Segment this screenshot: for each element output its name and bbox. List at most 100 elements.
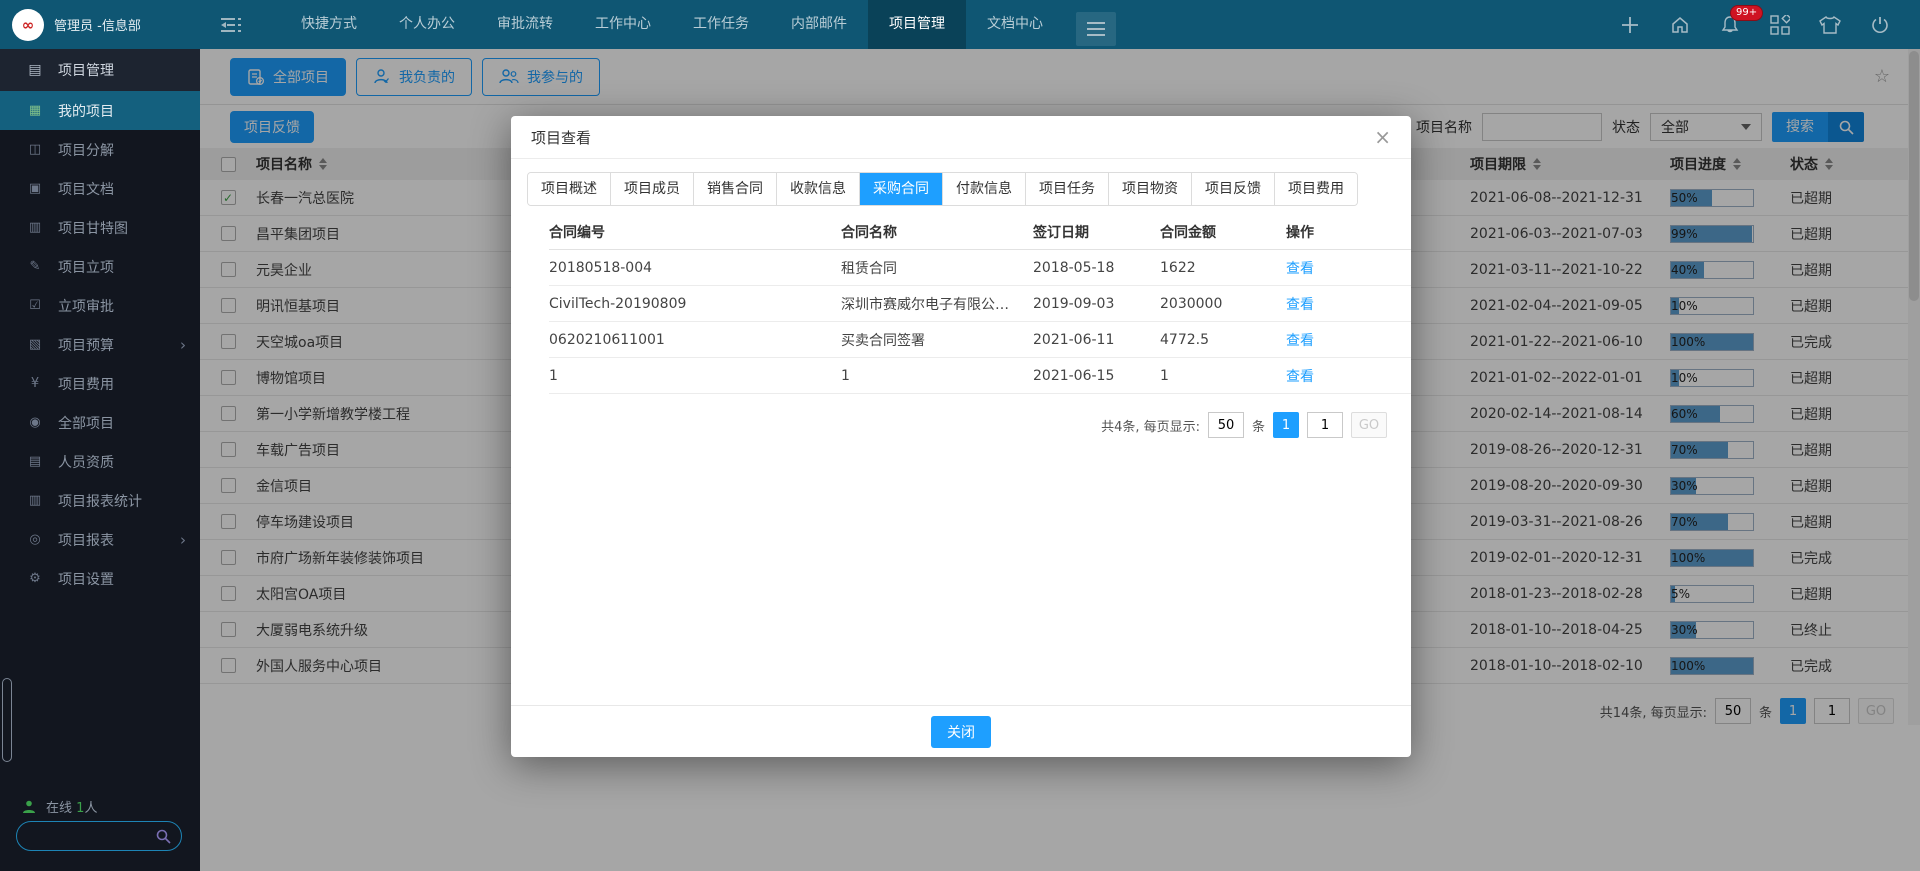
sidebar-item-项目预算[interactable]: ▧项目预算› <box>0 325 200 364</box>
contract-amount-cell: 1 <box>1160 368 1286 384</box>
sidebar-item-人员资质[interactable]: ▤ 人员资质 <box>0 442 200 481</box>
modal-close-button[interactable]: 关闭 <box>931 716 991 748</box>
nav-item-文档中心[interactable]: 文档中心 <box>966 0 1064 49</box>
tab-项目成员[interactable]: 项目成员 <box>611 173 694 205</box>
sidebar-item-icon: ◫ <box>26 142 44 157</box>
tab-销售合同[interactable]: 销售合同 <box>694 173 777 205</box>
module-title: 项目管理 <box>58 60 114 80</box>
modal-tabs: 项目概述项目成员销售合同收款信息采购合同付款信息项目任务项目物资项目反馈项目费用 <box>527 172 1358 206</box>
sidebar-item-项目设置[interactable]: ⚙ 项目设置 <box>0 559 200 598</box>
company-logo[interactable]: ∞ <box>12 9 44 41</box>
tab-付款信息[interactable]: 付款信息 <box>943 173 1026 205</box>
go-button[interactable]: GO <box>1351 412 1387 438</box>
sidebar-item-我的项目[interactable]: ▦我的项目 <box>0 91 200 130</box>
sidebar-item-全部项目[interactable]: ◉ 全部项目 <box>0 403 200 442</box>
sidebar-item-label: 项目文档 <box>58 179 114 199</box>
sidebar-item-icon: ▥ <box>26 493 44 508</box>
nav-item-个人办公[interactable]: 个人办公 <box>378 0 476 49</box>
tab-项目任务[interactable]: 项目任务 <box>1026 173 1109 205</box>
sidebar-item-label: 项目报表 <box>58 530 114 550</box>
sidebar-item-label: 项目甘特图 <box>58 218 128 238</box>
current-page-button[interactable]: 1 <box>1273 412 1299 438</box>
logout-power-icon[interactable] <box>1868 13 1892 37</box>
pagination-unit: 条 <box>1252 416 1265 435</box>
sidebar-item-项目费用[interactable]: ¥ 项目费用 <box>0 364 200 403</box>
modal-footer: 关闭 <box>511 705 1411 757</box>
nav-item-项目管理[interactable]: 项目管理 <box>868 0 966 49</box>
notifications-bell-icon[interactable]: 99+ <box>1718 13 1742 37</box>
logo-area: ∞ 管理员 -信息部 <box>0 9 212 41</box>
sidebar-item-项目报表统计[interactable]: ▥项目报表统计 <box>0 481 200 520</box>
sidebar-item-项目甘特图[interactable]: ▥项目甘特图 <box>0 208 200 247</box>
sidebar-item-label: 项目预算 <box>58 335 114 355</box>
sidebar-item-label: 立项审批 <box>58 296 114 316</box>
theme-shirt-icon[interactable] <box>1818 13 1842 37</box>
contract-no-cell: 0620210611001 <box>549 332 841 348</box>
view-link[interactable]: 查看 <box>1286 366 1411 386</box>
contract-row: 0620210611001买卖合同签署2021-06-114772.5查看 <box>549 322 1411 358</box>
sidebar-search-input[interactable] <box>16 821 182 851</box>
contract-amount-cell: 4772.5 <box>1160 332 1286 348</box>
contract-no-cell: CivilTech-20190809 <box>549 296 841 312</box>
page-jump-input[interactable] <box>1307 412 1343 438</box>
tab-采购合同[interactable]: 采购合同 <box>860 173 943 205</box>
sidebar-item-icon: ◉ <box>26 415 44 430</box>
contract-table-header: 合同编号合同名称签订日期合同金额操作 <box>549 214 1411 250</box>
sidebar-item-项目报表[interactable]: ◎项目报表› <box>0 520 200 559</box>
view-link[interactable]: 查看 <box>1286 258 1411 278</box>
online-status: 在线 1人 <box>22 797 97 816</box>
sidebar-item-label: 全部项目 <box>58 413 114 433</box>
contract-no-cell: 20180518-004 <box>549 260 841 276</box>
sidebar-collapse-icon[interactable] <box>212 17 252 33</box>
online-unit: 人 <box>84 801 97 816</box>
contract-date-cell: 2021-06-11 <box>1033 332 1160 348</box>
sidebar-item-立项审批[interactable]: ☑立项审批 <box>0 286 200 325</box>
nav-item-快捷方式[interactable]: 快捷方式 <box>280 0 378 49</box>
contract-row: 20180518-004租赁合同2018-05-181622查看 <box>549 250 1411 286</box>
sidebar-item-icon: ▤ <box>26 454 44 469</box>
apps-grid-icon[interactable] <box>1768 13 1792 37</box>
contract-col-header: 合同名称 <box>841 222 1033 242</box>
tab-项目物资[interactable]: 项目物资 <box>1109 173 1192 205</box>
sidebar-item-label: 项目分解 <box>58 140 114 160</box>
sidebar-item-icon: ◎ <box>26 532 44 547</box>
modal-header: 项目查看 × <box>511 116 1411 159</box>
contract-date-cell: 2021-06-15 <box>1033 368 1160 384</box>
sidebar-item-label: 人员资质 <box>58 452 114 472</box>
close-icon[interactable]: × <box>1374 127 1391 147</box>
sidebar-item-label: 项目设置 <box>58 569 114 589</box>
more-menus-icon[interactable] <box>1076 12 1116 46</box>
sidebar-item-label: 项目费用 <box>58 374 114 394</box>
current-user: 管理员 -信息部 <box>54 15 141 34</box>
nav-item-工作中心[interactable]: 工作中心 <box>574 0 672 49</box>
tab-项目费用[interactable]: 项目费用 <box>1275 173 1357 205</box>
contract-date-cell: 2018-05-18 <box>1033 260 1160 276</box>
contract-amount-cell: 1622 <box>1160 260 1286 276</box>
sidebar-item-项目立项[interactable]: ✎ 项目立项 <box>0 247 200 286</box>
tab-项目反馈[interactable]: 项目反馈 <box>1192 173 1275 205</box>
tab-收款信息[interactable]: 收款信息 <box>777 173 860 205</box>
sidebar-item-icon: ✎ <box>26 259 44 274</box>
nav-item-内部邮件[interactable]: 内部邮件 <box>770 0 868 49</box>
add-icon[interactable] <box>1618 13 1642 37</box>
sidebar-item-icon: ¥ <box>26 376 44 391</box>
sidebar-item-icon: ⚙ <box>26 571 44 586</box>
tab-项目概述[interactable]: 项目概述 <box>528 173 611 205</box>
nav-item-工作任务[interactable]: 工作任务 <box>672 0 770 49</box>
sidebar: ▤ 项目管理 ▦我的项目◫项目分解▣项目文档▥项目甘特图✎项目立项☑立项审批▧项… <box>0 49 200 871</box>
topbar: ∞ 管理员 -信息部 快捷方式个人办公审批流转工作中心工作任务内部邮件项目管理文… <box>0 0 1920 49</box>
home-icon[interactable] <box>1668 13 1692 37</box>
view-link[interactable]: 查看 <box>1286 330 1411 350</box>
online-label: 在线 <box>46 801 72 816</box>
view-link[interactable]: 查看 <box>1286 294 1411 314</box>
sidebar-item-label: 项目立项 <box>58 257 114 277</box>
sidebar-item-项目分解[interactable]: ◫ 项目分解 <box>0 130 200 169</box>
sidebar-item-项目文档[interactable]: ▣项目文档 <box>0 169 200 208</box>
nav-item-审批流转[interactable]: 审批流转 <box>476 0 574 49</box>
modal-pagination: 共4条, 每页显示: 条 1 GO <box>511 412 1387 438</box>
sidebar-collapse-handle[interactable] <box>2 678 12 762</box>
sidebar-item-icon: ▧ <box>26 337 44 352</box>
contract-col-header: 操作 <box>1286 222 1411 242</box>
page-size-input[interactable] <box>1208 412 1244 438</box>
module-icon: ▤ <box>26 62 44 78</box>
